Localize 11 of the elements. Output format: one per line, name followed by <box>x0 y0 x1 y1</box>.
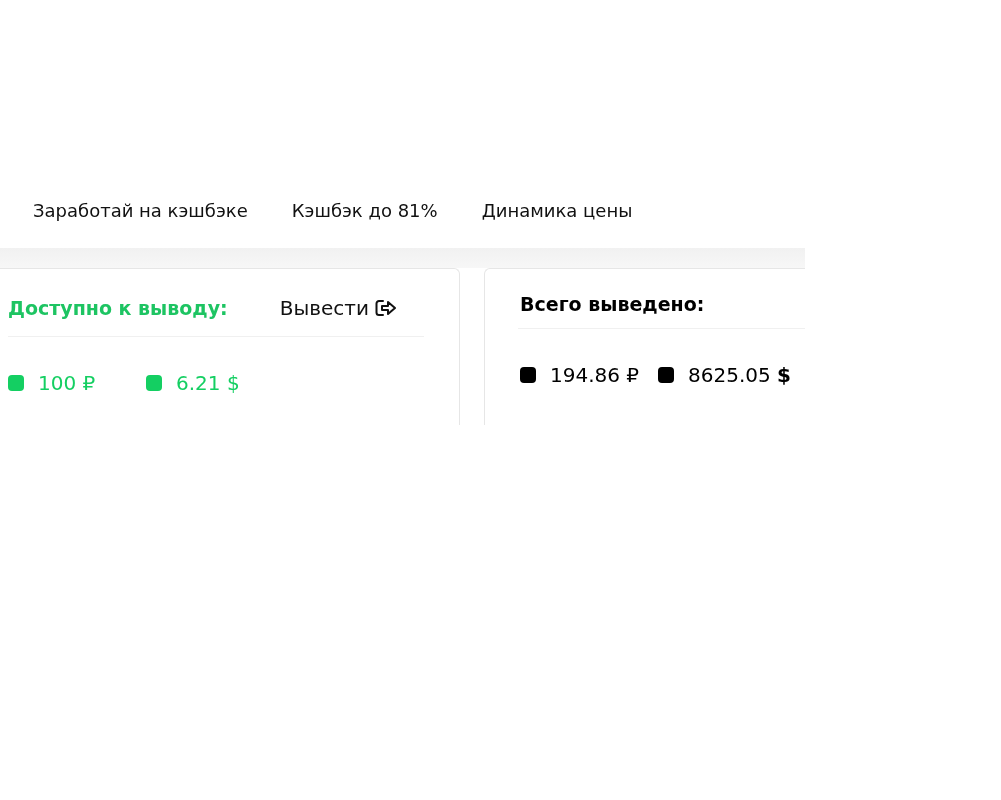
amount-value: 6.21 $ <box>176 371 240 395</box>
withdraw-button[interactable]: Вывести <box>279 292 397 324</box>
nav-link[interactable]: Кэшбэк до 81% <box>291 195 438 227</box>
nav-link[interactable]: Заработай на кэшбэке <box>33 195 248 227</box>
nav-link[interactable]: Динамика цены <box>481 195 633 227</box>
card-title: Всего выведено: <box>519 292 705 316</box>
card-title: Доступно к выводу: <box>8 296 228 320</box>
arrow-out-of-box-icon <box>374 299 397 317</box>
amount-value: 100 ₽ <box>38 371 96 395</box>
amount-value: 194.86 ₽ <box>550 363 640 387</box>
amount-value: 8625.05 $ <box>688 363 791 387</box>
